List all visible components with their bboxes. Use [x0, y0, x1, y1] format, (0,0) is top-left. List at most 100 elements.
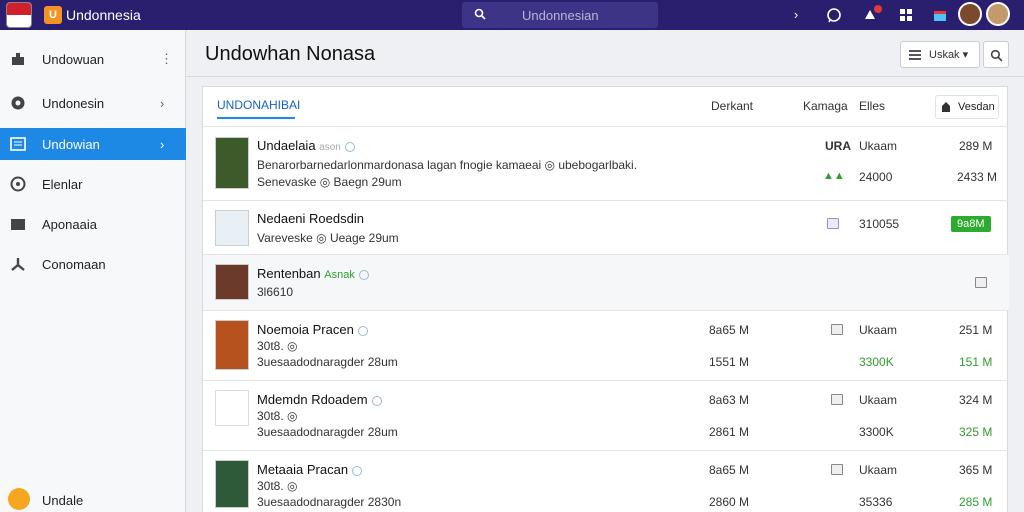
table-row[interactable]: Noemoia Pracen 30t8. ◎ 3uesaadodnaragder… [203, 311, 1009, 381]
verified-icon [352, 465, 363, 476]
sidebar-item-1[interactable]: Undonesin › [0, 87, 186, 119]
row-cell: Ukaam [859, 139, 898, 153]
item-thumbnail [215, 320, 249, 370]
column-header[interactable]: Elles [859, 99, 885, 113]
row-cell: 151 M [959, 355, 993, 369]
item-thumbnail [215, 210, 249, 246]
sidebar-item-3[interactable]: Elenlar [0, 168, 186, 200]
lock-icon [942, 102, 950, 112]
row-meta: 3uesaadodnaragder 2830n [257, 495, 402, 509]
page-title: Undowhan Nonasa [205, 43, 376, 65]
row-cell: 3300K [859, 355, 894, 369]
row-title: Nedaeni Roedsdin [257, 211, 364, 226]
row-title: Mdemdn Rdoadem [257, 392, 382, 407]
row-description: Benarorbarnedarlonmardonasa lagan fnogie… [257, 158, 638, 172]
image-icon [831, 394, 843, 405]
table-row[interactable]: Undaelaia ason Benarorbarnedarlonmardona… [203, 127, 1009, 201]
flag-icon [6, 2, 32, 28]
row-cell: Ukaam [859, 393, 898, 407]
search-icon [990, 49, 1003, 62]
column-header[interactable]: Derkant [711, 99, 753, 113]
sidebar-item-label: Undowuan [42, 51, 105, 67]
sidebar-item-4[interactable]: Aponaaia [0, 208, 186, 240]
image-icon [827, 218, 839, 229]
chevron-right-icon[interactable]: › [786, 5, 806, 25]
row-cell: 8a65 M [709, 463, 750, 477]
row-cell: Ukaam [859, 323, 898, 337]
row-cell: 35336 [859, 495, 893, 509]
item-thumbnail [215, 460, 249, 508]
row-cell: 3300K [859, 425, 894, 439]
chat-icon[interactable] [824, 5, 844, 25]
sidebar: Undowuan ⋮ Undonesin › Undowian › Elenla… [0, 30, 186, 512]
row-cell: 24000 [859, 170, 893, 184]
grid-icon[interactable] [896, 5, 916, 25]
row-cell: 324 M [959, 393, 993, 407]
header-divider [186, 76, 1024, 77]
sidebar-item-label: Undonesin [42, 95, 105, 111]
row-cell: 285 M [959, 495, 993, 509]
image-icon[interactable] [975, 277, 987, 288]
row-meta: 3uesaadodnaragder 28um [257, 425, 398, 439]
avatar-secondary[interactable] [986, 2, 1010, 26]
row-cell: 325 M [959, 425, 993, 439]
notification-badge [874, 5, 882, 13]
tab-bar: UNDONAHIBAI Derkant Kamaga Elles Vesdan [203, 87, 1009, 127]
global-search-input[interactable]: Undonnesian [462, 2, 658, 28]
sort-dropdown[interactable]: Uskak ▾ [900, 41, 980, 68]
trend-up-icon: ▲▲ [823, 170, 845, 182]
target-icon [10, 176, 26, 192]
row-cell: 8a65 M [709, 323, 750, 337]
search-text: Undonnesian [522, 8, 599, 23]
row-title: Undaelaia ason [257, 138, 355, 153]
status-icon[interactable] [8, 488, 30, 510]
search-button[interactable] [983, 41, 1009, 68]
row-meta: Vareveske ◎ Ueage 29um [257, 231, 399, 245]
item-thumbnail [215, 137, 249, 189]
more-icon[interactable]: ⋮ [160, 51, 173, 67]
row-title: Metaaia Pracan [257, 462, 363, 477]
tab-active[interactable]: UNDONAHIBAI [217, 98, 300, 112]
row-cell: 310055 [859, 217, 900, 231]
row-cell: 1551 M [709, 355, 750, 369]
column-header[interactable]: Kamaga [803, 99, 848, 113]
sidebar-footer-label[interactable]: Undale [42, 493, 83, 508]
search-icon [474, 8, 486, 20]
row-cell: 2433 M [957, 170, 998, 184]
app-title: Undonnesia [66, 7, 141, 23]
sidebar-item-0[interactable]: Undowuan ⋮ [0, 43, 186, 75]
sidebar-item-2[interactable]: Undowian › [0, 128, 186, 160]
row-cell: 365 M [959, 463, 993, 477]
row-cell: 8a63 M [709, 393, 750, 407]
image-icon [831, 324, 843, 335]
row-cell: 289 M [959, 139, 993, 153]
sidebar-item-5[interactable]: Conomaan [0, 248, 186, 280]
sidebar-item-label: Aponaaia [42, 216, 97, 232]
chevron-right-icon: › [160, 136, 165, 152]
avatar[interactable] [958, 2, 982, 26]
vendor-label: Vesdan [958, 101, 995, 113]
row-cell: 251 M [959, 323, 993, 337]
verified-icon [344, 141, 355, 152]
row-meta: 30t8. ◎ [257, 479, 298, 493]
table-row[interactable]: Rentenban Asnak 3l6610 [203, 255, 1009, 311]
item-thumbnail [215, 264, 249, 300]
listing-panel: UNDONAHIBAI Derkant Kamaga Elles Vesdan … [202, 86, 1009, 512]
table-row[interactable]: Mdemdn Rdoadem 30t8. ◎ 3uesaadodnaragder… [203, 381, 1009, 451]
vendor-button[interactable]: Vesdan [935, 95, 999, 119]
menu-icon [909, 50, 921, 60]
top-bar: U Undonnesia Undonnesian › [0, 0, 1024, 30]
tripod-icon [11, 258, 25, 271]
row-cell: 2861 M [709, 425, 750, 439]
notification-icon[interactable] [860, 5, 882, 25]
verified-icon [358, 269, 369, 280]
row-title: Rentenban Asnak [257, 266, 369, 281]
row-meta: 30t8. ◎ [257, 409, 298, 423]
row-meta: 30t8. ◎ [257, 339, 298, 353]
table-row[interactable]: Metaaia Pracan 30t8. ◎ 3uesaadodnaragder… [203, 451, 1009, 512]
gift-icon[interactable] [930, 5, 950, 25]
table-row[interactable]: Nedaeni Roedsdin Vareveske ◎ Ueage 29um … [203, 201, 1009, 255]
row-title: Noemoia Pracen [257, 322, 368, 337]
app-logo-icon: U [44, 6, 62, 24]
row-cell: 2860 M [709, 495, 750, 509]
